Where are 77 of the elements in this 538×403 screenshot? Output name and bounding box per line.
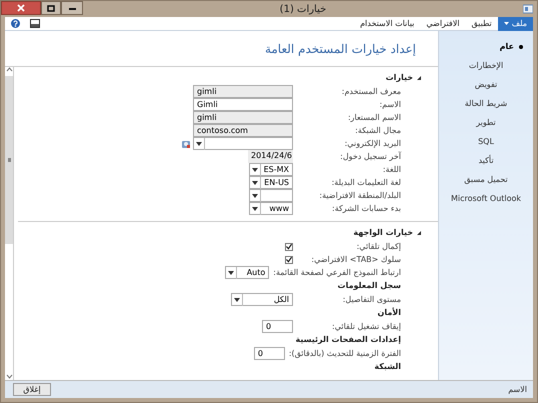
section-title: خيارات xyxy=(386,72,413,84)
dropdown-arrow-icon[interactable] xyxy=(232,294,243,306)
nav-item[interactable]: SQL xyxy=(478,136,494,148)
field-label: مجال الشبكة: xyxy=(354,124,401,136)
field-label: ارتباط النموذج الفرعي لصفحة القائمة: xyxy=(273,266,401,278)
field-label: الاسم المستعار: xyxy=(346,112,401,124)
scroll-thumb[interactable] xyxy=(5,76,13,244)
minimize-button[interactable] xyxy=(61,1,83,15)
nav-item[interactable]: تفويض xyxy=(474,79,498,91)
menu-item[interactable]: الافتراضي xyxy=(420,18,466,30)
minimize-icon xyxy=(68,6,76,10)
email-field[interactable] xyxy=(193,137,293,150)
checkbox[interactable] xyxy=(285,242,293,250)
field-label: الاسم: xyxy=(378,98,401,110)
menu-item[interactable]: بيانات الاستخدام xyxy=(354,18,420,30)
page-heading: إعداد خيارات المستخدم العامة xyxy=(264,40,416,58)
nav-item[interactable]: تطوير xyxy=(476,117,496,129)
window-title: خيارات (1) xyxy=(278,2,328,16)
dropdown-field[interactable]: الكل xyxy=(231,293,293,306)
dropdown-arrow-icon[interactable] xyxy=(194,138,205,150)
field-label: بدء حسابات الشركة: xyxy=(331,202,401,214)
text-field[interactable]: contoso.com xyxy=(193,124,293,137)
dropdown-field[interactable]: Auto xyxy=(225,266,270,279)
maximize-icon xyxy=(47,4,55,12)
bullet-icon xyxy=(519,45,523,49)
nav-item[interactable]: تحميل مسبق xyxy=(464,174,508,186)
field-label: اللغة: xyxy=(382,164,401,176)
nav-item[interactable]: Microsoft Outlook xyxy=(450,193,522,205)
group-heading: إعدادات الصفحات الرئيسية xyxy=(296,334,401,346)
field-label: إيقاف تشغيل تلقائي: xyxy=(331,320,401,332)
help-icon[interactable] xyxy=(11,19,20,28)
dropdown-arrow-icon[interactable] xyxy=(226,266,238,278)
status-text: الاسم xyxy=(508,384,527,396)
close-form-button[interactable]: إغلاق xyxy=(13,383,51,396)
dropdown-field[interactable]: EN-US xyxy=(249,176,293,189)
panel-icon[interactable] xyxy=(30,19,40,28)
nav-item[interactable]: الإخطارات xyxy=(468,60,504,72)
text-field[interactable]: gimli xyxy=(193,111,293,124)
scroll-down-icon[interactable] xyxy=(6,374,13,380)
date-field: 2014/24/6 xyxy=(248,150,293,163)
field-label: البلد/المنطقة الافتراضية: xyxy=(318,190,401,202)
field-label: آخر تسجيل دخول: xyxy=(339,150,401,162)
field-label: إكمال تلقائي: xyxy=(356,240,401,252)
dropdown-field[interactable]: ES-MX xyxy=(249,163,293,176)
maximize-button[interactable] xyxy=(41,1,61,15)
close-button[interactable] xyxy=(1,1,41,15)
dropdown-arrow-icon[interactable] xyxy=(250,202,261,214)
text-field[interactable]: Gimli xyxy=(193,98,293,111)
section-title: خيارات الواجهة xyxy=(353,226,413,238)
text-field[interactable]: gimli xyxy=(193,85,293,98)
field-label: البريد الإلكتروني: xyxy=(344,138,401,150)
number-field[interactable]: 0 xyxy=(254,347,285,360)
dropdown-field[interactable] xyxy=(249,189,293,202)
field-label: سلوك <TAB> الافتراضي: xyxy=(310,254,401,266)
nav-item[interactable]: تأكيد xyxy=(478,155,494,167)
nav-item[interactable]: عام xyxy=(500,41,514,53)
scroll-up-icon[interactable] xyxy=(6,67,13,72)
file-menu[interactable]: ملف xyxy=(498,16,533,30)
group-heading: الشبكة xyxy=(374,361,401,373)
menu-item[interactable]: تطبيق xyxy=(465,18,498,30)
caret-icon xyxy=(504,22,509,25)
checkbox[interactable] xyxy=(285,256,293,264)
scrollbar[interactable] xyxy=(5,67,14,380)
group-heading: سجل المعلومات xyxy=(338,280,401,292)
field-label: لغة التعليمات البديلة: xyxy=(330,176,401,188)
nav-item[interactable]: شريط الحالة xyxy=(464,98,508,110)
close-icon xyxy=(17,4,25,12)
field-label: مستوى التفاصيل: xyxy=(342,294,401,306)
number-field[interactable]: 0 xyxy=(262,320,293,333)
collapse-icon[interactable] xyxy=(417,76,421,80)
app-icon xyxy=(523,4,533,14)
collapse-icon[interactable] xyxy=(417,230,421,234)
dropdown-field[interactable]: www xyxy=(249,202,293,215)
address-book-icon[interactable] xyxy=(181,138,191,148)
group-heading: الأمان xyxy=(378,307,401,319)
field-label: معرف المستخدم: xyxy=(340,86,401,98)
field-label: الفترة الزمنية للتحديث (بالدقائق): xyxy=(288,348,401,360)
